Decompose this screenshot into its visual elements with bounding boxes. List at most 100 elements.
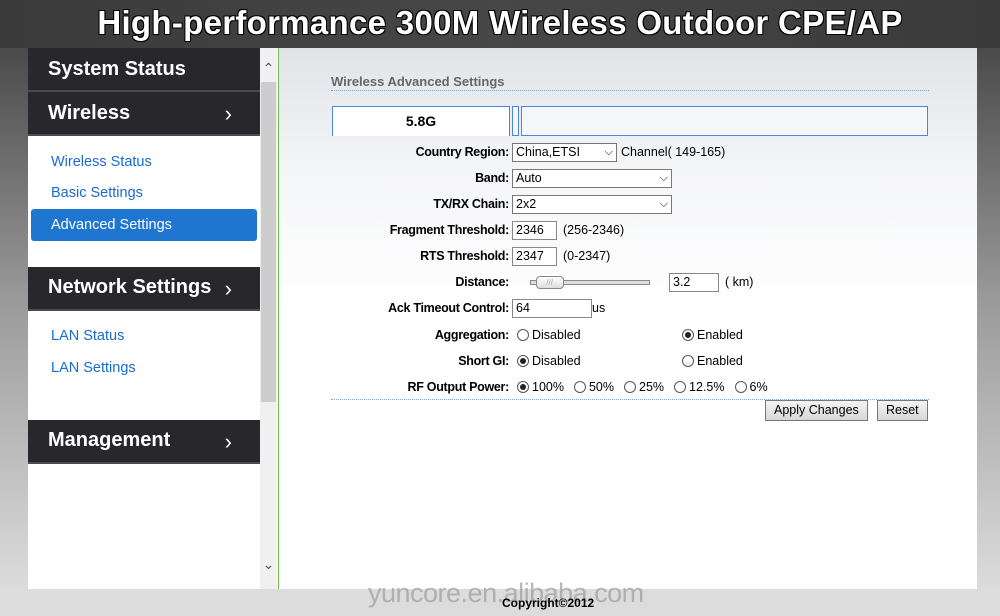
distance-slider[interactable]: /// xyxy=(530,275,650,289)
band-select[interactable]: Auto ⌵ xyxy=(512,168,672,188)
banner: High-performance 300M Wireless Outdoor C… xyxy=(0,0,1000,48)
menu-network-settings[interactable]: Network Settings › xyxy=(28,266,260,311)
row-ack-timeout: Ack Timeout Control: 64 us xyxy=(279,298,977,320)
router-admin-frame: System Status Wireless › Wireless Status … xyxy=(28,48,977,589)
row-short-gi: Short GI: Disabled Enabled xyxy=(279,351,977,373)
aggregation-enabled-radio[interactable]: Enabled xyxy=(682,328,743,342)
radio-circle[interactable] xyxy=(682,355,694,367)
option-label: 6% xyxy=(749,380,768,394)
option-label: Enabled xyxy=(697,328,743,342)
distance-unit: ( km) xyxy=(725,275,754,289)
short-gi-disabled-radio[interactable]: Disabled xyxy=(517,354,672,368)
range-note: (256-2346) xyxy=(563,223,625,237)
ack-unit: us xyxy=(592,301,606,315)
channel-note: Channel( 149-165) xyxy=(621,145,726,159)
value: 2x2 xyxy=(516,197,537,211)
fragment-threshold-input[interactable]: 2346 xyxy=(512,220,557,240)
scroll-thumb[interactable] xyxy=(261,82,276,402)
label: TX/RX Chain: xyxy=(433,197,509,211)
row-distance: Distance: /// 3.2 ( km) xyxy=(279,272,977,294)
scroll-down-icon[interactable]: ⌄ xyxy=(260,556,277,573)
sidebar-item-lan-status[interactable]: LAN Status xyxy=(31,321,257,353)
reset-button[interactable]: Reset xyxy=(877,400,928,421)
chevron-down-icon: ⌵ xyxy=(659,197,668,210)
distance-input[interactable]: 3.2 xyxy=(669,272,719,292)
row-txrx-chain: TX/RX Chain: 2x2 ⌵ xyxy=(279,194,977,216)
radio-circle[interactable] xyxy=(573,381,586,393)
radio-circle[interactable] xyxy=(517,381,529,393)
label: Band: xyxy=(475,171,509,185)
chevron-right-icon: › xyxy=(224,101,232,126)
value: Auto xyxy=(516,171,542,185)
apply-changes-button[interactable]: Apply Changes xyxy=(765,400,868,421)
sidebar-scrollbar[interactable]: ⌃ ⌄ xyxy=(260,48,277,589)
sidebar-item-lan-settings[interactable]: LAN Settings xyxy=(31,352,257,384)
tab-separator xyxy=(512,106,519,136)
menu-label: Network Settings xyxy=(48,276,212,298)
option-label: 100% xyxy=(532,380,564,394)
chevron-right-icon: › xyxy=(224,275,232,301)
rts-threshold-input[interactable]: 2347 xyxy=(512,246,557,266)
label: Ack Timeout Control: xyxy=(388,301,509,315)
sidebar: System Status Wireless › Wireless Status … xyxy=(28,48,260,589)
row-rf-output-power: RF Output Power: 100% 50% 25% 12.5% 6% xyxy=(279,377,977,399)
label: RF Output Power: xyxy=(407,380,510,394)
network-submenu: LAN Status LAN Settings xyxy=(28,310,260,398)
divider xyxy=(331,90,929,91)
row-aggregation: Aggregation: Disabled Enabled xyxy=(279,325,977,347)
option-label: 25% xyxy=(639,380,665,394)
row-country-region: Country Region: China,ETSI ⌵ Channel( 149… xyxy=(279,142,977,164)
menu-label: System Status xyxy=(48,57,186,80)
label: Distance: xyxy=(455,275,509,289)
slider-thumb[interactable]: /// xyxy=(535,275,564,289)
radio-circle[interactable] xyxy=(674,381,687,393)
chevron-down-icon: ⌵ xyxy=(604,145,613,158)
country-region-select[interactable]: China,ETSI ⌵ xyxy=(512,142,617,162)
rf-power-50-radio[interactable]: 50% xyxy=(573,380,615,394)
wireless-submenu: Wireless Status Basic Settings Advanced … xyxy=(28,136,260,255)
radio-circle[interactable] xyxy=(624,381,637,393)
label: Aggregation: xyxy=(434,328,509,342)
option-label: Disabled xyxy=(532,354,581,368)
ack-timeout-input[interactable]: 64 xyxy=(512,298,592,318)
label: Short GI: xyxy=(458,354,509,368)
short-gi-enabled-radio[interactable]: Enabled xyxy=(682,354,743,368)
label: Country Region: xyxy=(415,145,510,159)
value: China,ETSI xyxy=(516,145,580,159)
menu-wireless[interactable]: Wireless › xyxy=(28,92,260,136)
rf-power-100-radio[interactable]: 100% xyxy=(517,380,564,394)
menu-system-status[interactable]: System Status xyxy=(28,48,260,92)
banner-title: High-performance 300M Wireless Outdoor C… xyxy=(97,4,903,41)
txrx-chain-select[interactable]: 2x2 ⌵ xyxy=(512,194,672,214)
row-fragment-threshold: Fragment Threshold: 2346 (256-2346) xyxy=(279,220,977,242)
rf-power-25-radio[interactable]: 25% xyxy=(624,380,664,394)
copyright: Copyright©2012 xyxy=(502,596,595,610)
radio-circle[interactable] xyxy=(517,329,529,341)
range-note: (0-2347) xyxy=(563,249,611,263)
section-title: Wireless Advanced Settings xyxy=(331,74,505,89)
menu-label: Wireless xyxy=(48,101,131,124)
tab-empty xyxy=(521,106,928,136)
sidebar-item-basic-settings[interactable]: Basic Settings xyxy=(31,178,257,210)
radio-circle[interactable] xyxy=(734,381,747,393)
sidebar-item-advanced-settings[interactable]: Advanced Settings xyxy=(31,209,257,241)
row-band: Band: Auto ⌵ xyxy=(279,168,977,190)
menu-label: Management xyxy=(48,429,171,451)
option-label: Disabled xyxy=(532,328,581,342)
option-label: 50% xyxy=(588,380,615,394)
radio-circle[interactable] xyxy=(517,355,529,367)
label: RTS Threshold: xyxy=(420,249,509,263)
main-content: Wireless Advanced Settings 5.8G Country … xyxy=(279,48,977,589)
aggregation-disabled-radio[interactable]: Disabled xyxy=(517,328,672,342)
sidebar-item-wireless-status[interactable]: Wireless Status xyxy=(31,146,257,178)
option-label: Enabled xyxy=(697,354,743,368)
rf-power-6-radio[interactable]: 6% xyxy=(734,380,768,394)
chevron-right-icon: › xyxy=(224,428,232,454)
chevron-down-icon: ⌵ xyxy=(659,171,668,184)
label: Fragment Threshold: xyxy=(389,223,510,237)
tab-5-8g[interactable]: 5.8G xyxy=(332,106,510,136)
menu-management[interactable]: Management › xyxy=(28,419,260,464)
radio-circle[interactable] xyxy=(682,329,694,341)
rf-power-12-5-radio[interactable]: 12.5% xyxy=(674,380,725,394)
scroll-up-icon[interactable]: ⌃ xyxy=(260,60,277,77)
